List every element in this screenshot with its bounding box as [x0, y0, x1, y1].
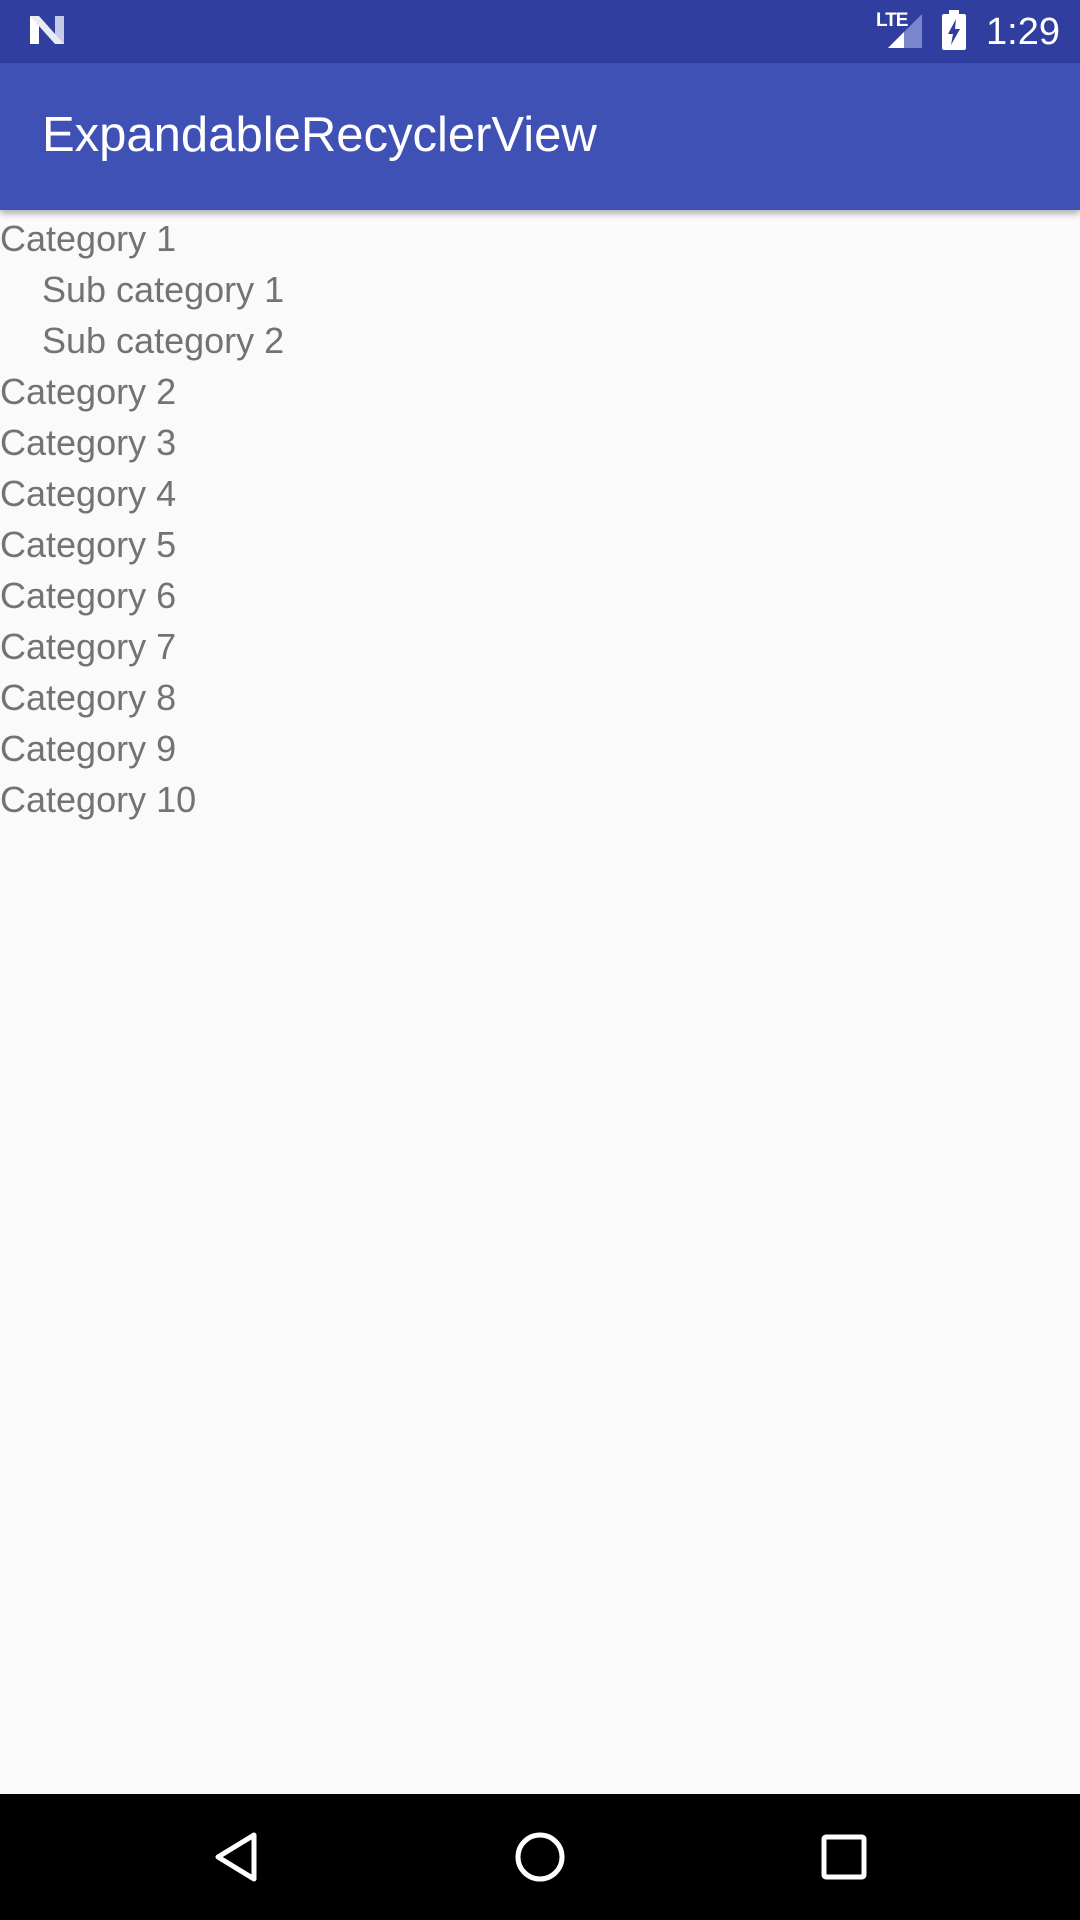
recents-icon — [821, 1834, 867, 1880]
category-item[interactable]: Category 1 — [0, 213, 1080, 264]
status-time: 1:29 — [986, 11, 1060, 53]
home-icon — [515, 1832, 565, 1882]
category-item[interactable]: Category 6 — [0, 570, 1080, 621]
category-item[interactable]: Category 10 — [0, 774, 1080, 825]
sub-category-item[interactable]: Sub category 2 — [0, 315, 1080, 366]
category-item[interactable]: Category 7 — [0, 621, 1080, 672]
category-item[interactable]: Category 5 — [0, 519, 1080, 570]
signal-icon — [888, 14, 922, 48]
category-item[interactable]: Category 8 — [0, 672, 1080, 723]
app-title: ExpandableRecyclerView — [42, 108, 597, 162]
back-icon — [215, 1832, 257, 1882]
back-button[interactable] — [176, 1794, 296, 1920]
android-n-logo-icon — [30, 16, 64, 44]
recents-button[interactable] — [784, 1794, 904, 1920]
sub-category-item[interactable]: Sub category 1 — [0, 264, 1080, 315]
home-button[interactable] — [480, 1794, 600, 1920]
category-item[interactable]: Category 3 — [0, 417, 1080, 468]
expandable-list: Category 1 Sub category 1 Sub category 2… — [0, 213, 1080, 825]
category-item[interactable]: Category 9 — [0, 723, 1080, 774]
status-bar: LTE 1:29 — [0, 0, 1080, 63]
battery-charging-icon — [942, 10, 966, 50]
app-toolbar: ExpandableRecyclerView — [0, 63, 1080, 210]
category-item[interactable]: Category 2 — [0, 366, 1080, 417]
category-item[interactable]: Category 4 — [0, 468, 1080, 519]
navigation-bar — [0, 1794, 1080, 1920]
